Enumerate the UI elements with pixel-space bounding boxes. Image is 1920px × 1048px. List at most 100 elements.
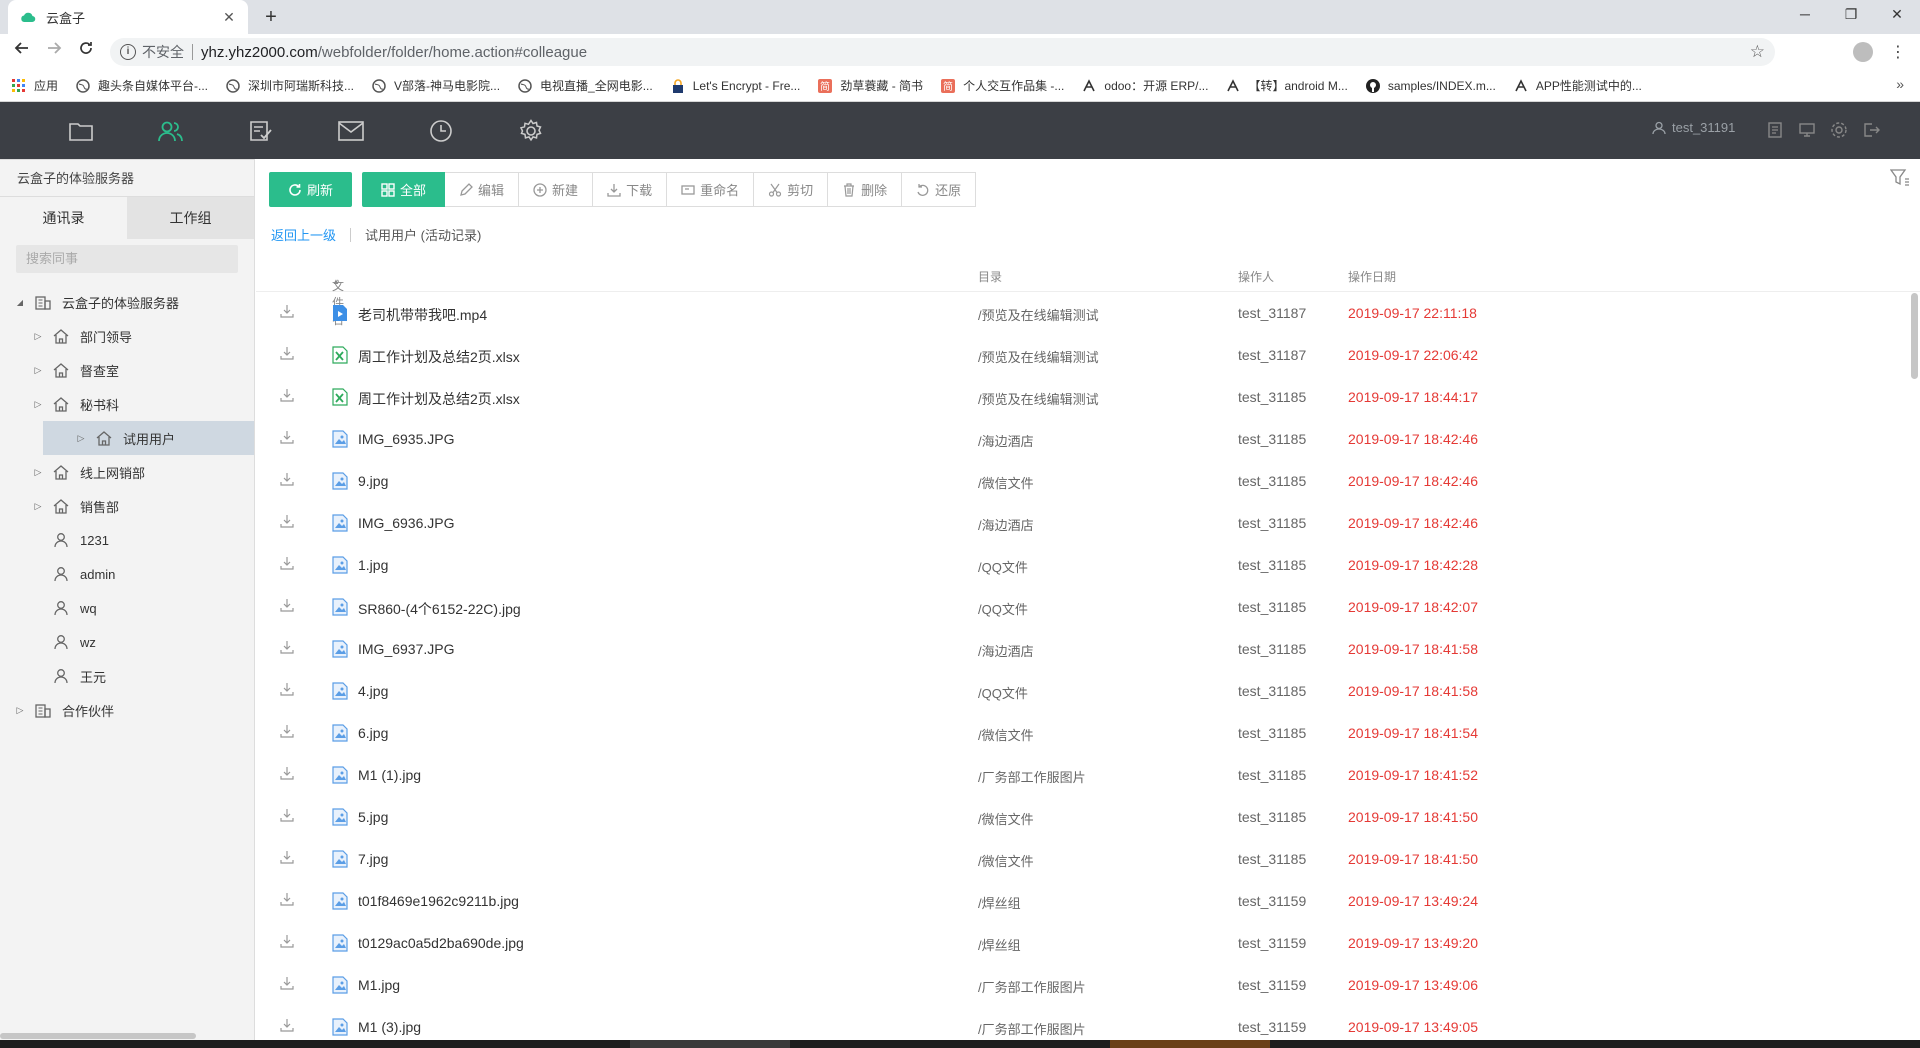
nav-tasks[interactable] [246, 116, 276, 146]
download-icon[interactable] [280, 556, 294, 573]
close-window-button[interactable]: ✕ [1874, 0, 1920, 30]
more-bookmarks-icon[interactable]: » [1896, 76, 1904, 92]
vertical-scrollbar[interactable] [1911, 293, 1918, 379]
tree-item[interactable]: admin [0, 557, 254, 591]
tree-item[interactable]: ▷ 试用用户 [43, 421, 254, 455]
table-row[interactable]: M1 (1).jpg/厂务部工作服图片 test_31185 2019-09-17 … [256, 754, 1920, 796]
browser-tab[interactable]: 云盒子 ✕ [8, 0, 248, 34]
download-icon[interactable] [280, 976, 294, 993]
table-row[interactable]: 老司机带带我吧.mp4/预览及在线编辑测试 test_31187 2019-09-1… [256, 292, 1920, 334]
caret-right-icon[interactable]: ▷ [32, 501, 44, 512]
column-operator[interactable]: 操作人 [1238, 268, 1274, 285]
filter-icon[interactable] [1890, 169, 1910, 187]
search-colleague-input[interactable]: 搜索同事 [16, 245, 238, 273]
nav-history[interactable] [426, 116, 456, 146]
back-button[interactable] [10, 40, 34, 64]
table-row[interactable]: t01f8469e1962c9211b.jpg/焊丝组 test_31159 201… [256, 880, 1920, 922]
bookmark-item[interactable]: 简劲草蓑藏 - 简书 [818, 77, 923, 94]
monitor-icon[interactable] [1798, 121, 1816, 139]
bookmark-item[interactable]: 简个人交互作品集 -... [941, 77, 1064, 94]
file-name[interactable]: IMG_6937.JPG [358, 641, 455, 657]
forward-button[interactable] [42, 40, 66, 64]
download-icon[interactable] [280, 514, 294, 531]
file-name[interactable]: 老司机带带我吧.mp4 [358, 305, 487, 325]
file-name[interactable]: 周工作计划及总结2页.xlsx [358, 347, 520, 367]
download-icon[interactable] [280, 388, 294, 405]
table-row[interactable]: 7.jpg/微信文件 test_31185 2019-09-17 18:41:50 [256, 838, 1920, 880]
edit-button[interactable]: 编辑 [445, 172, 520, 207]
file-name[interactable]: M1.jpg [358, 977, 400, 993]
file-name[interactable]: 4.jpg [358, 683, 388, 699]
rename-button[interactable]: 重命名 [667, 172, 755, 207]
caret-right-icon[interactable]: ▷ [32, 365, 44, 376]
caret-right-icon[interactable]: ▷ [75, 433, 87, 444]
address-bar[interactable]: i 不安全 yhz.yhz2000.com/webfolder/folder/h… [110, 38, 1775, 66]
table-row[interactable]: IMG_6935.JPG/海边酒店 test_31185 2019-09-17 18… [256, 418, 1920, 460]
bookmark-item[interactable]: 电视直播_全网电影... [518, 77, 653, 94]
back-link[interactable]: 返回上一级 [271, 225, 336, 244]
file-name[interactable]: 7.jpg [358, 851, 388, 867]
file-name[interactable]: M1 (3).jpg [358, 1019, 421, 1035]
tab-workgroup[interactable]: 工作组 [127, 197, 254, 239]
taskbar-item[interactable] [1110, 1040, 1270, 1048]
bookmark-item[interactable]: Let's Encrypt - Fre... [671, 79, 800, 93]
caret-right-icon[interactable]: ▷ [32, 399, 44, 410]
tree-item[interactable]: ◢ 云盒子的体验服务器 [0, 285, 254, 319]
bookmark-item[interactable]: samples/INDEX.m... [1365, 78, 1496, 93]
restore-button[interactable]: 还原 [902, 172, 977, 207]
new-button[interactable]: 新建 [519, 172, 594, 207]
info-icon[interactable]: i [120, 44, 136, 60]
nav-settings[interactable] [516, 116, 546, 146]
file-name[interactable]: t01f8469e1962c9211b.jpg [358, 893, 519, 909]
download-icon[interactable] [280, 430, 294, 447]
bookmark-apps[interactable]: 应用 [12, 77, 58, 94]
file-name[interactable]: 周工作计划及总结2页.xlsx [358, 389, 520, 409]
cut-button[interactable]: 剪切 [754, 172, 829, 207]
table-row[interactable]: IMG_6936.JPG/海边酒店 test_31185 2019-09-17 18… [256, 502, 1920, 544]
file-name[interactable]: M1 (1).jpg [358, 767, 421, 783]
download-icon[interactable] [280, 724, 294, 741]
table-row[interactable]: t0129ac0a5d2ba690de.jpg/焊丝组 test_31159 201… [256, 922, 1920, 964]
file-name[interactable]: t0129ac0a5d2ba690de.jpg [358, 935, 524, 951]
file-name[interactable]: IMG_6936.JPG [358, 515, 455, 531]
column-date[interactable]: 操作日期 [1348, 268, 1396, 285]
tree-item[interactable]: ▷ 销售部 [0, 489, 254, 523]
download-icon[interactable] [280, 850, 294, 867]
download-button[interactable]: 下载 [593, 172, 668, 207]
tree-item[interactable]: wq [0, 591, 254, 625]
download-icon[interactable] [280, 1018, 294, 1035]
minimize-button[interactable]: ─ [1782, 0, 1828, 30]
bookmark-item[interactable]: 趣头条自媒体平台-... [76, 77, 208, 94]
logout-icon[interactable] [1862, 121, 1880, 139]
table-row[interactable]: 周工作计划及总结2页.xlsx/预览及在线编辑测试 test_31187 2019-… [256, 334, 1920, 376]
notes-icon[interactable] [1766, 121, 1784, 139]
caret-right-icon[interactable]: ▷ [14, 705, 26, 716]
bookmark-item[interactable]: 深圳市阿瑞斯科技... [226, 77, 354, 94]
all-button[interactable]: 全部 [362, 172, 446, 207]
download-icon[interactable] [280, 808, 294, 825]
delete-button[interactable]: 删除 [828, 172, 903, 207]
file-name[interactable]: 5.jpg [358, 809, 388, 825]
tab-contacts[interactable]: 通讯录 [0, 197, 127, 239]
download-icon[interactable] [280, 892, 294, 909]
download-icon[interactable] [280, 346, 294, 363]
download-icon[interactable] [280, 934, 294, 951]
tree-item[interactable]: 王元 [0, 659, 254, 693]
table-row[interactable]: SR860-(4个6152-22C).jpg/QQ文件 test_31185 201… [256, 586, 1920, 628]
table-row[interactable]: IMG_6937.JPG/海边酒店 test_31185 2019-09-17 18… [256, 628, 1920, 670]
download-icon[interactable] [280, 682, 294, 699]
reload-button[interactable] [74, 40, 98, 64]
file-name[interactable]: SR860-(4个6152-22C).jpg [358, 599, 521, 619]
horizontal-scrollbar[interactable] [0, 1033, 196, 1039]
table-row[interactable]: 5.jpg/微信文件 test_31185 2019-09-17 18:41:50 [256, 796, 1920, 838]
bookmark-star-icon[interactable]: ☆ [1750, 42, 1765, 62]
bookmark-item[interactable]: 【转】android M... [1226, 77, 1348, 94]
tree-item[interactable]: ▷ 秘书科 [0, 387, 254, 421]
caret-right-icon[interactable]: ▷ [32, 331, 44, 342]
table-row[interactable]: 6.jpg/微信文件 test_31185 2019-09-17 18:41:54 [256, 712, 1920, 754]
tree-item[interactable]: ▷ 线上网销部 [0, 455, 254, 489]
file-name[interactable]: 1.jpg [358, 557, 388, 573]
download-icon[interactable] [280, 598, 294, 615]
tree-item[interactable]: ▷ 部门领导 [0, 319, 254, 353]
file-name[interactable]: IMG_6935.JPG [358, 431, 455, 447]
